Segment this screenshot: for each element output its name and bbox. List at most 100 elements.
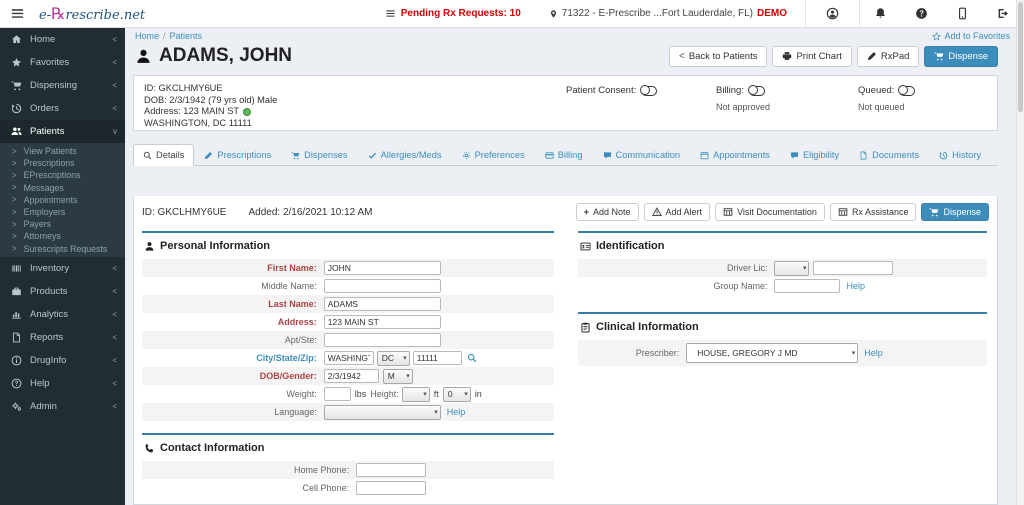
height-in-select[interactable]: 0 ▾ [442, 386, 471, 402]
tab-billing[interactable]: Billing [535, 144, 593, 166]
tab-appointments[interactable]: Appointments [690, 144, 780, 166]
pending-rx-requests-link[interactable]: Pending Rx Requests: 10 [385, 8, 521, 19]
tab-history[interactable]: History [929, 144, 991, 166]
contact-information-section: Contact Information Home Phone: Cell Pho… [142, 433, 554, 497]
list-icon [385, 8, 396, 19]
prescriber-help-link[interactable]: Help [864, 348, 883, 358]
sidebar-item-dispensing[interactable]: Dispensing < [0, 74, 125, 97]
print-chart-button[interactable]: Print Chart [772, 45, 852, 67]
sidebar-item-view-patients[interactable]: > View Patients [0, 145, 125, 157]
visit-documentation-button[interactable]: Visit Documentation [715, 203, 825, 221]
height-ft-select[interactable]: ▾ [401, 386, 430, 402]
sidebar-item-payers[interactable]: > Payers [0, 218, 125, 230]
sidebar-item-employers[interactable]: > Employers [0, 206, 125, 218]
sidebar-item-messages[interactable]: > Messages [0, 182, 125, 194]
address-verified-icon[interactable] [243, 107, 252, 116]
add-note-button[interactable]: + Add Note [575, 203, 639, 221]
patients-submenu: > View Patients > Prescriptions > EPrescrip… [0, 143, 125, 257]
breadcrumb-patients-link[interactable]: Patients [170, 31, 203, 41]
cell-phone-row: Cell Phone: [142, 479, 554, 497]
prescriber-row: Prescriber: HOUSE, GREGORY J MD ▾ Help [578, 340, 987, 366]
patient-icon [135, 48, 152, 65]
sidebar-item-reports[interactable]: Reports < [0, 326, 125, 349]
tab-preferences[interactable]: Preferences [452, 144, 535, 166]
tab-details[interactable]: Details [133, 144, 195, 166]
group-name-help-link[interactable]: Help [846, 281, 865, 291]
sidebar-item-appointments[interactable]: > Appointments [0, 194, 125, 206]
clinical-information-section: Clinical Information Prescriber: HOUSE, … [578, 312, 987, 366]
file-icon [11, 332, 22, 343]
sidebar-item-home[interactable]: Home < [0, 28, 125, 51]
driver-lic-state-select[interactable]: ▾ [774, 260, 810, 276]
sidebar-item-eprescriptions[interactable]: > EPrescriptions [0, 169, 125, 181]
driver-lic-input[interactable] [813, 261, 894, 275]
apt-ste-input[interactable] [323, 333, 441, 347]
history-icon [939, 151, 948, 160]
state-select[interactable]: DC ▾ [376, 350, 410, 366]
user-account-button[interactable] [806, 0, 859, 27]
middle-name-input[interactable] [323, 279, 441, 293]
group-name-input[interactable] [774, 279, 841, 293]
zip-input[interactable] [412, 351, 462, 365]
cell-phone-input[interactable] [356, 481, 427, 495]
add-to-favorites-link[interactable]: Add to Favorites [932, 31, 1010, 41]
language-help-link[interactable]: Help [447, 407, 466, 417]
star-icon [11, 57, 22, 68]
credit-card-icon [545, 151, 554, 160]
weight-height-row: Weight: lbs Height: ▾ ft 0 ▾ in [142, 385, 554, 403]
home-phone-input[interactable] [356, 463, 427, 477]
help-button[interactable] [901, 0, 942, 27]
sidebar-item-druginfo[interactable]: DrugInfo < [0, 349, 125, 372]
rxpad-button[interactable]: RxPad [856, 45, 920, 67]
app-logo[interactable]: e-℞rescribe.net [39, 4, 145, 23]
dispense-button[interactable]: Dispense [924, 45, 998, 67]
tab-prescriptions[interactable]: Prescriptions [194, 144, 281, 166]
city-input[interactable] [323, 351, 374, 365]
back-to-patients-button[interactable]: < Back to Patients [668, 45, 768, 67]
grid-icon [723, 207, 733, 217]
patient-consent-toggle[interactable] [640, 84, 658, 96]
sidebar-item-inventory[interactable]: Inventory < [0, 257, 125, 280]
sidebar-item-orders[interactable]: Orders < [0, 97, 125, 120]
vertical-scrollbar[interactable] [1016, 0, 1024, 505]
breadcrumb-home-link[interactable]: Home [135, 31, 159, 41]
sign-out-icon [997, 7, 1010, 20]
notifications-button[interactable] [860, 0, 901, 27]
rx-assistance-button[interactable]: Rx Assistance [829, 203, 917, 221]
first-name-input[interactable] [323, 261, 441, 275]
billing-toggle[interactable] [748, 84, 765, 96]
sidebar-item-admin[interactable]: Admin < [0, 395, 125, 418]
details-panel-header: ID: GKCLHMY6UE Added: 2/16/2021 10:12 AM… [134, 196, 997, 227]
sidebar-item-prescriptions[interactable]: > Prescriptions [0, 157, 125, 169]
sidebar-toggle-hamburger-icon[interactable] [10, 6, 25, 21]
tab-documents[interactable]: Documents [849, 144, 929, 166]
tab-communication[interactable]: Communication [593, 144, 691, 166]
language-select[interactable]: ▾ [323, 404, 441, 420]
sidebar-item-products[interactable]: Products < [0, 280, 125, 303]
zip-search-icon[interactable] [467, 353, 477, 363]
dob-input[interactable] [323, 369, 379, 383]
last-name-input[interactable] [323, 297, 441, 311]
sidebar-item-help[interactable]: Help < [0, 372, 125, 395]
weight-input[interactable] [323, 387, 351, 401]
prescriber-select[interactable]: HOUSE, GREGORY J MD ▾ [686, 343, 859, 363]
sidebar-item-attorneys[interactable]: > Attorneys [0, 230, 125, 242]
home-phone-row: Home Phone: [142, 461, 554, 479]
sidebar-item-favorites[interactable]: Favorites < [0, 51, 125, 74]
tab-eligibility[interactable]: Eligibility [780, 144, 849, 166]
tab-allergies-meds[interactable]: Allergies/Meds [358, 144, 452, 166]
add-alert-button[interactable]: Add Alert [643, 203, 711, 221]
scrollbar-thumb[interactable] [1018, 2, 1023, 112]
sidebar-item-patients[interactable]: Patients v [0, 120, 125, 143]
tab-dispenses[interactable]: Dispenses [281, 144, 357, 166]
gender-select[interactable]: M ▾ [382, 368, 413, 384]
address-input[interactable] [323, 315, 441, 329]
sidebar-item-analytics[interactable]: Analytics < [0, 303, 125, 326]
clinical-information-title: Clinical Information [580, 321, 987, 333]
queued-toggle[interactable] [898, 84, 916, 96]
top-bar-right: Pending Rx Requests: 10 71322 - E-Prescr… [385, 0, 1024, 27]
pharmacy-location-selector[interactable]: 71322 - E-Prescribe ...Fort Lauderdale, … [549, 8, 787, 20]
dispense-button[interactable]: Dispense [921, 203, 989, 221]
sidebar-item-surescripts-requests[interactable]: > Surescripts Requests [0, 243, 125, 255]
mobile-app-button[interactable] [942, 0, 983, 27]
